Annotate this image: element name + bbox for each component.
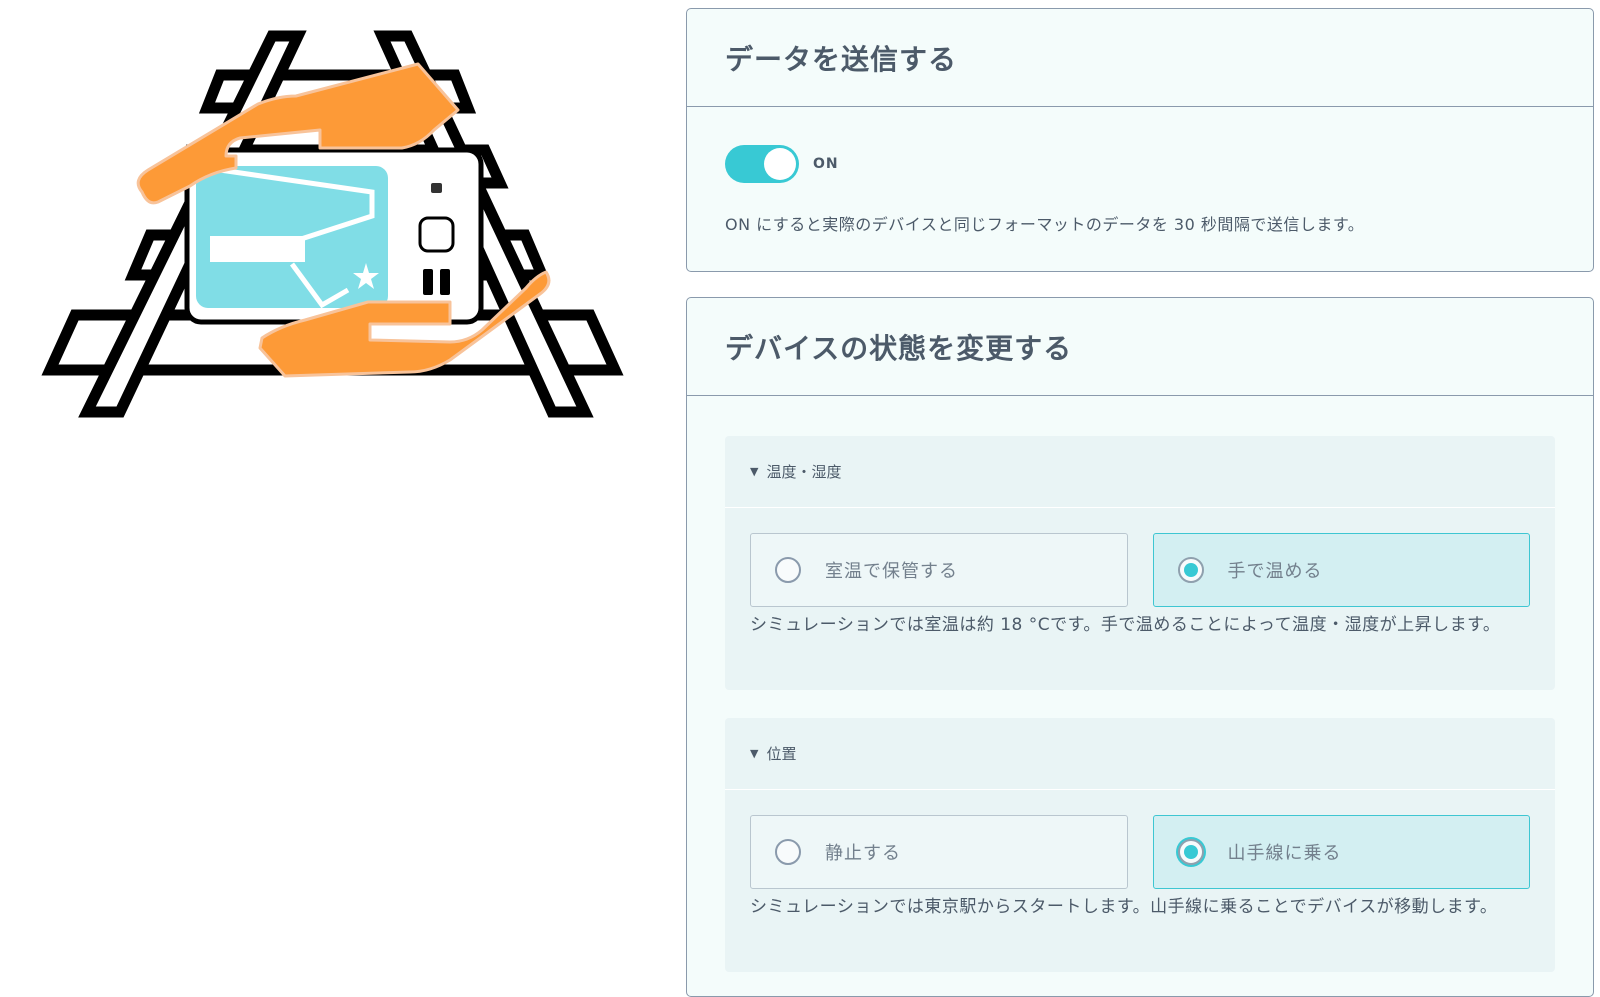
radio-selected-icon xyxy=(1177,839,1204,865)
triangle-down-icon: ▼ xyxy=(750,465,759,478)
radio-selected-icon xyxy=(1177,557,1204,583)
option-label: 山手線に乗る xyxy=(1227,843,1342,864)
radio-icon xyxy=(775,839,801,865)
option-label: 手で温める xyxy=(1227,561,1323,582)
option-ride-yamanote-line[interactable]: 山手線に乗る xyxy=(1152,815,1530,889)
option-label: 静止する xyxy=(825,843,901,864)
section-heading: 位置 xyxy=(766,745,797,763)
position-section: ▼ 位置 静止する 山手線に乗る シミュレーションでは東京駅からスタートします。… xyxy=(725,718,1555,972)
radio-icon xyxy=(775,557,801,583)
send-data-description: ON にすると実際のデバイスと同じフォーマットのデータを 30 秒間隔で送信しま… xyxy=(725,215,1365,234)
send-toggle-row: ON xyxy=(725,145,1555,183)
triangle-down-icon: ▼ xyxy=(750,747,759,760)
send-data-title: データを送信する xyxy=(725,42,958,76)
device-state-card: デバイスの状態を変更する ▼ 温度・湿度 室温で保管する 手で温める シミュレー… xyxy=(686,297,1594,997)
section-heading: 温度・湿度 xyxy=(766,463,842,481)
temperature-humidity-section: ▼ 温度・湿度 室温で保管する 手で温める シミュレーションでは室温は約 18 … xyxy=(725,436,1555,690)
option-warm-by-hand[interactable]: 手で温める xyxy=(1152,533,1530,607)
position-toggle[interactable]: ▼ 位置 xyxy=(725,718,1555,790)
device-state-header: デバイスの状態を変更する xyxy=(687,298,1593,396)
send-data-body: ON ON にすると実際のデバイスと同じフォーマットのデータを 30 秒間隔で送… xyxy=(687,107,1593,235)
send-data-header: データを送信する xyxy=(687,9,1593,107)
option-stationary[interactable]: 静止する xyxy=(750,815,1128,889)
option-room-temperature[interactable]: 室温で保管する xyxy=(750,533,1128,607)
temperature-description: シミュレーションでは室温は約 18 °Cです。手で温めることによって温度・湿度が… xyxy=(750,615,1501,635)
temperature-options: 室温で保管する 手で温める xyxy=(725,508,1555,607)
toggle-state-label: ON xyxy=(813,156,839,172)
toggle-knob xyxy=(764,148,796,180)
position-description: シミュレーションでは東京駅からスタートします。山手線に乗ることでデバイスが移動し… xyxy=(750,897,1498,917)
send-data-card: データを送信する ON ON にすると実際のデバイスと同じフォーマットのデータを… xyxy=(686,8,1594,272)
option-label: 室温で保管する xyxy=(825,561,958,582)
logo xyxy=(30,20,650,440)
send-data-toggle[interactable] xyxy=(725,145,799,183)
position-options: 静止する 山手線に乗る xyxy=(725,790,1555,889)
device-state-title: デバイスの状態を変更する xyxy=(725,331,1073,365)
device-on-rails-icon xyxy=(41,30,624,418)
temperature-humidity-toggle[interactable]: ▼ 温度・湿度 xyxy=(725,436,1555,508)
